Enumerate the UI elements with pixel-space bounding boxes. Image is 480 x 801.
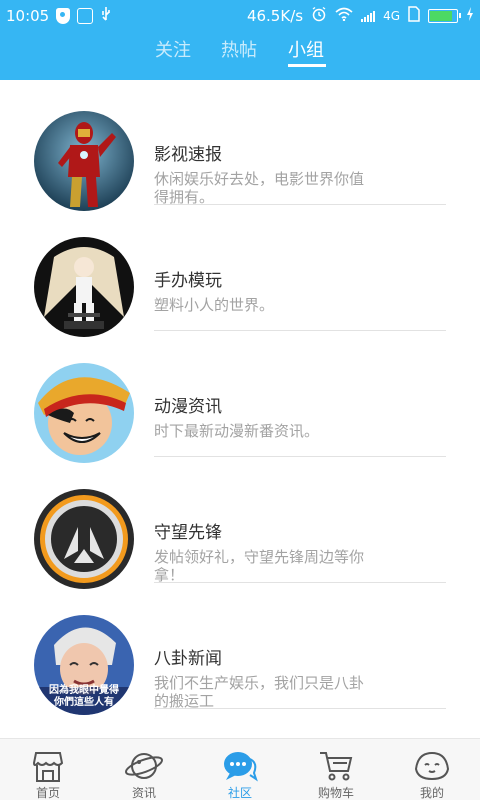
nav-community[interactable]: 社区 (192, 739, 288, 801)
group-item-anime[interactable]: 动漫资讯 时下最新动漫新番资讯。 (0, 360, 480, 486)
group-title: 守望先锋 (154, 523, 222, 543)
group-title: 动漫资讯 (154, 397, 222, 417)
group-item-gossip[interactable]: 因為我眼中覺得 你們這些人有 八卦新闻 我们不生产娱乐，我们只是八卦的搬运工 (0, 612, 480, 738)
tab-groups[interactable]: 小组 (288, 36, 324, 62)
home-icon (28, 749, 68, 783)
status-bar: 10:05 46.5K/s 4G (0, 0, 480, 32)
nav-community-label: 社区 (227, 786, 252, 800)
divider (154, 582, 446, 583)
battery-icon (428, 9, 461, 23)
shield-icon (56, 8, 71, 24)
network-type: 4G (383, 9, 400, 23)
network-speed: 46.5K/s (246, 7, 304, 25)
tab-hot-posts[interactable]: 热帖 (221, 36, 257, 62)
group-title: 手办模玩 (154, 271, 222, 291)
group-title: 八卦新闻 (154, 649, 222, 669)
group-avatar-overwatch-logo (34, 489, 134, 589)
status-time: 10:05 (6, 7, 50, 25)
usb-icon (100, 6, 112, 26)
group-item-figures[interactable]: 手办模玩 塑料小人的世界。 (0, 234, 480, 360)
group-title: 影视速报 (154, 145, 222, 165)
group-item-overwatch[interactable]: 守望先锋 发帖领好礼，守望先锋周边等你拿！ (0, 486, 480, 612)
group-description: 塑料小人的世界。 (154, 296, 275, 314)
group-avatar-iron-man (34, 111, 134, 211)
tab-follow[interactable]: 关注 (155, 36, 191, 62)
divider (154, 204, 446, 205)
meme-caption: 因為我眼中覺得 你們這些人有 (49, 685, 119, 708)
nav-cart-label: 购物车 (317, 786, 354, 800)
group-description: 时下最新动漫新番资讯。 (154, 422, 320, 440)
alarm-icon (311, 6, 327, 26)
screenshot-icon (77, 8, 94, 24)
nav-home[interactable]: 首页 (0, 739, 96, 801)
nav-home-label: 首页 (35, 786, 60, 800)
divider (154, 708, 446, 709)
bottom-navigation: 首页 资讯 社区 购物车 我的 (0, 738, 480, 800)
group-item-movies[interactable]: 影视速报 休闲娱乐好去处，电影世界你值得拥有。 (0, 108, 480, 234)
group-avatar-luffy (34, 363, 134, 463)
divider (154, 456, 446, 457)
wifi-icon (335, 7, 353, 25)
nav-profile[interactable]: 我的 (384, 739, 480, 801)
nav-news-label: 资讯 (131, 786, 156, 800)
cart-icon (316, 749, 356, 783)
top-tabs: 关注 热帖 小组 (0, 36, 480, 72)
group-description: 休闲娱乐好去处，电影世界你值得拥有。 (154, 170, 365, 206)
planet-icon (124, 749, 164, 783)
chat-icon (220, 749, 260, 783)
divider (154, 330, 446, 331)
app-header: 10:05 46.5K/s 4G 关注 热帖 小组 (0, 0, 480, 80)
active-tab-indicator (288, 64, 326, 67)
group-avatar-meme-face: 因為我眼中覺得 你們這些人有 (34, 615, 134, 715)
nav-cart[interactable]: 购物车 (288, 739, 384, 801)
charging-icon (466, 7, 474, 25)
nav-profile-label: 我的 (419, 786, 444, 800)
face-icon (412, 749, 452, 783)
group-description: 我们不生产娱乐，我们只是八卦的搬运工 (154, 674, 365, 710)
group-avatar-anime-figure (34, 237, 134, 337)
group-description: 发帖领好礼，守望先锋周边等你拿！ (154, 548, 365, 584)
signal-icon (361, 10, 376, 22)
sim-icon (408, 6, 420, 26)
nav-news[interactable]: 资讯 (96, 739, 192, 801)
